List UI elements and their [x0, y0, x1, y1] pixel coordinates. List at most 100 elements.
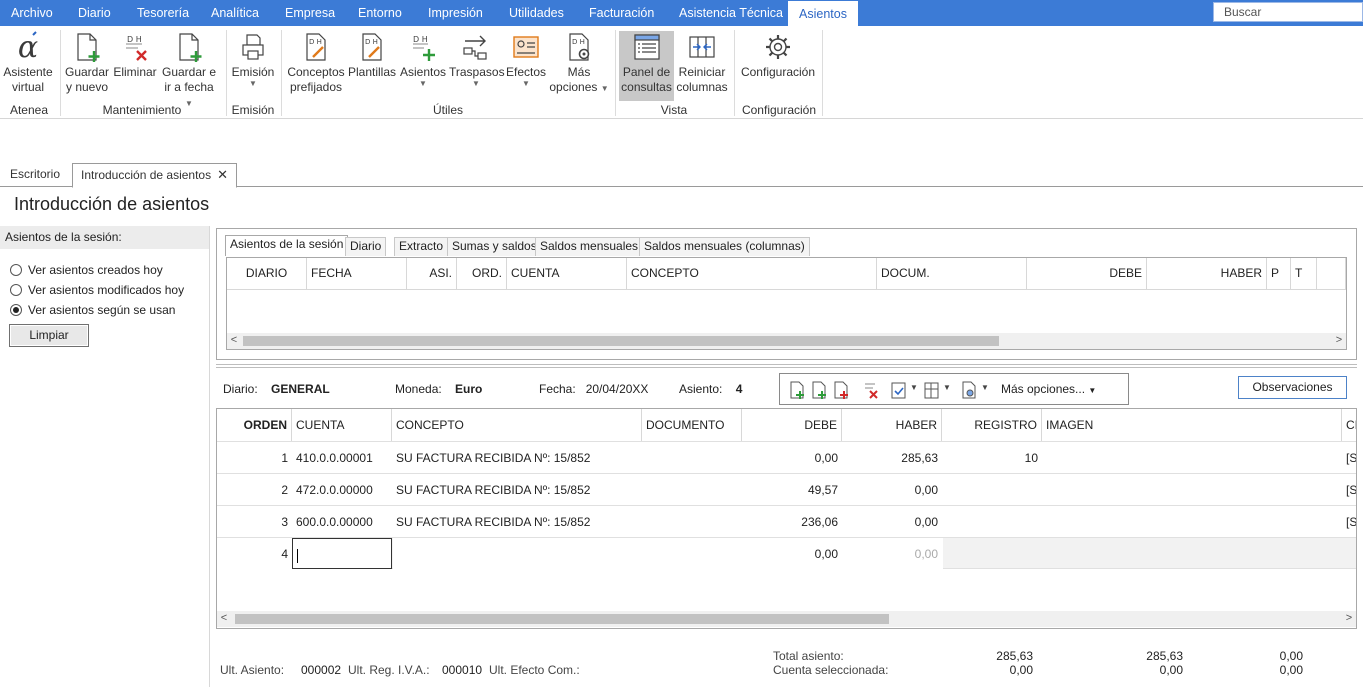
column-header-t[interactable]: T [1291, 258, 1317, 290]
tab-saldos-mensuales-columnas[interactable]: Saldos mensuales (columnas) [639, 237, 810, 256]
panel-consultas-button[interactable]: Panel de consultas [619, 31, 674, 101]
entry-grid-scrollbar[interactable]: < > [217, 611, 1356, 627]
add-line-red-icon[interactable] [832, 380, 850, 400]
cell-concepto[interactable]: SU FACTURA RECIBIDA Nº: 15/852 [392, 506, 642, 538]
radio-creados-hoy[interactable]: Ver asientos creados hoy [10, 263, 163, 277]
scroll-left-icon[interactable]: < [227, 333, 241, 349]
cell-haber[interactable]: 0,00 [842, 538, 942, 570]
column-header-concepto[interactable]: CONCEPTO [627, 258, 877, 290]
column-header-imagen[interactable]: IMAGEN [1042, 409, 1342, 441]
cell-debe[interactable]: 236,06 [742, 506, 842, 538]
cell-cuenta[interactable]: 410.0.0.00001 [292, 442, 392, 474]
columns-document-icon[interactable] [923, 380, 941, 400]
column-header-haber[interactable]: HABER [1147, 258, 1267, 290]
traspasos-button[interactable]: Traspasos ▼ [449, 31, 505, 88]
menu-archivo[interactable]: Archivo [11, 0, 53, 26]
cell-registro[interactable]: 10 [942, 442, 1042, 474]
cell-haber[interactable]: 0,00 [842, 506, 942, 538]
menu-impresion[interactable]: Impresión [428, 0, 483, 26]
table-row[interactable]: 3 600.0.0.00000 SU FACTURA RECIBIDA Nº: … [217, 505, 1356, 538]
menu-facturacion[interactable]: Facturación [589, 0, 654, 26]
tab-introduccion-asientos[interactable]: Introducción de asientos ✕ [72, 163, 237, 188]
insert-line-icon[interactable] [788, 380, 806, 400]
menu-asientos[interactable]: Asientos [788, 0, 858, 26]
guardar-ir-fecha-button[interactable]: Guardar e ir a fecha ▼ [160, 31, 218, 111]
asistente-virtual-button[interactable]: α Asistente virtual [2, 31, 54, 95]
column-header-diario[interactable]: DIARIO [227, 258, 307, 290]
conceptos-prefijados-button[interactable]: D H Conceptos prefijados [286, 31, 346, 95]
column-header-ord[interactable]: ORD. [457, 258, 507, 290]
column-header-p[interactable]: P [1267, 258, 1291, 290]
column-header-haber[interactable]: HABER [842, 409, 942, 441]
session-grid-scrollbar[interactable]: < > [227, 333, 1346, 349]
menu-analitica[interactable]: Analítica [211, 0, 259, 26]
eliminar-button[interactable]: D H Eliminar [112, 31, 158, 80]
table-row[interactable]: 2 472.0.0.00000 SU FACTURA RECIBIDA Nº: … [217, 473, 1356, 506]
close-icon[interactable]: ✕ [217, 167, 228, 182]
cell-debe[interactable]: 0,00 [742, 538, 842, 570]
column-header-registro[interactable]: REGISTRO [942, 409, 1042, 441]
cell-cuenta[interactable]: 600.0.0.00000 [292, 506, 392, 538]
tab-diario[interactable]: Diario [345, 237, 387, 256]
table-row[interactable]: 1 410.0.0.00001 SU FACTURA RECIBIDA Nº: … [217, 441, 1356, 474]
scroll-right-icon[interactable]: > [1332, 333, 1346, 349]
mas-opciones-dropdown[interactable]: Más opciones... ▼ [1001, 382, 1096, 396]
cell-concepto[interactable]: SU FACTURA RECIBIDA Nº: 15/852 [392, 442, 642, 474]
chevron-down-icon[interactable]: ▼ [943, 383, 951, 392]
cell-debe[interactable]: 0,00 [742, 442, 842, 474]
tab-saldos-mensuales[interactable]: Saldos mensuales [535, 237, 644, 256]
menu-tesoreria[interactable]: Tesorería [137, 0, 189, 26]
asientos-button[interactable]: D H Asientos ▼ [399, 31, 447, 88]
column-header-debe[interactable]: DEBE [742, 409, 842, 441]
tab-sumas-saldos[interactable]: Sumas y saldos [447, 237, 542, 256]
column-header-cuenta[interactable]: CUENTA [292, 409, 392, 441]
add-line-icon[interactable] [810, 380, 828, 400]
radio-modificados-hoy[interactable]: Ver asientos modificados hoy [10, 283, 184, 297]
plantillas-button[interactable]: D H Plantillas [347, 31, 397, 80]
scroll-left-icon[interactable]: < [217, 611, 231, 627]
cuenta-input[interactable] [292, 538, 392, 569]
delete-line-icon[interactable] [862, 380, 880, 400]
radio-circle[interactable] [10, 284, 22, 296]
cell-haber[interactable]: 0,00 [842, 474, 942, 506]
menu-empresa[interactable]: Empresa [285, 0, 335, 26]
column-header-fecha[interactable]: FECHA [307, 258, 407, 290]
chevron-down-icon[interactable]: ▼ [910, 383, 918, 392]
splitter[interactable] [216, 364, 1357, 368]
observaciones-button[interactable]: Observaciones [1238, 376, 1347, 399]
menu-utilidades[interactable]: Utilidades [509, 0, 564, 26]
cell-debe[interactable]: 49,57 [742, 474, 842, 506]
tab-escritorio[interactable]: Escritorio [2, 163, 68, 187]
scrollbar-thumb[interactable] [235, 614, 889, 624]
search-input[interactable]: Buscar [1213, 2, 1363, 22]
cell-concepto[interactable]: SU FACTURA RECIBIDA Nº: 15/852 [392, 474, 642, 506]
menu-diario[interactable]: Diario [78, 0, 111, 26]
scrollbar-thumb[interactable] [243, 336, 999, 346]
check-document-icon[interactable] [890, 380, 908, 400]
scroll-right-icon[interactable]: > [1342, 611, 1356, 627]
radio-circle-selected[interactable] [10, 304, 22, 316]
menu-entorno[interactable]: Entorno [358, 0, 402, 26]
cell-cuenta[interactable]: 472.0.0.00000 [292, 474, 392, 506]
column-header-ci[interactable]: CI [1342, 409, 1356, 441]
cell-haber[interactable]: 285,63 [842, 442, 942, 474]
tab-asientos-sesion[interactable]: Asientos de la sesión [225, 235, 349, 256]
column-header-cuenta[interactable]: CUENTA [507, 258, 627, 290]
column-header-docum[interactable]: DOCUM. [877, 258, 1027, 290]
configuracion-button[interactable]: Configuración [739, 31, 817, 80]
column-header-debe[interactable]: DEBE [1027, 258, 1147, 290]
table-row-editing[interactable]: 4 0,00 0,00 [217, 537, 1356, 570]
radio-circle[interactable] [10, 264, 22, 276]
limpiar-button[interactable]: Limpiar [9, 324, 89, 347]
column-header-asi[interactable]: ASI. [407, 258, 457, 290]
column-header-orden[interactable]: ORDEN [217, 409, 292, 441]
document-settings-icon[interactable] [960, 380, 978, 400]
mas-opciones-button[interactable]: D H Más opciones ▼ [549, 31, 609, 96]
guardar-nuevo-button[interactable]: Guardar y nuevo [64, 31, 110, 95]
menu-asistencia-tecnica[interactable]: Asistencia Técnica [679, 0, 783, 26]
tab-extracto[interactable]: Extracto [394, 237, 449, 256]
reiniciar-columnas-button[interactable]: Reiniciar columnas [676, 31, 728, 95]
chevron-down-icon[interactable]: ▼ [981, 383, 989, 392]
radio-segun-se-usan[interactable]: Ver asientos según se usan [10, 303, 175, 317]
emision-button[interactable]: Emisión ▼ [230, 31, 276, 88]
